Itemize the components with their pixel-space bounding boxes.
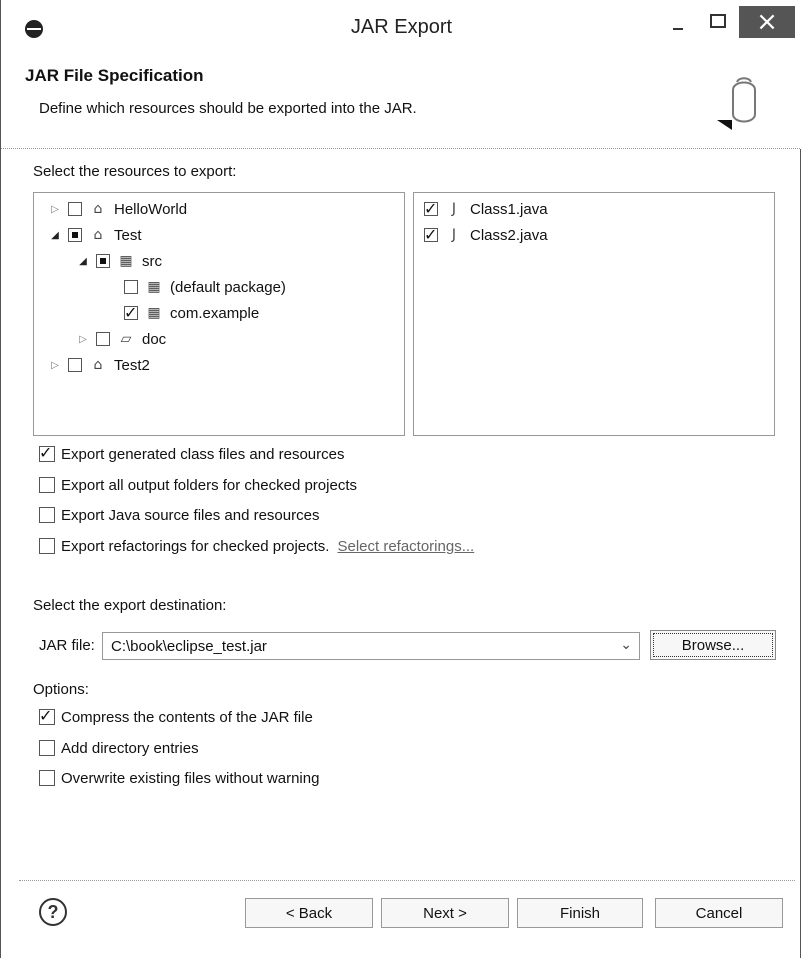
finish-button[interactable]: Finish (517, 898, 643, 928)
destination-label: Select the export destination: (33, 597, 227, 614)
project-icon: ⌂ (93, 227, 103, 243)
file-item-label: Class2.java (470, 226, 548, 244)
jar-file-label: JAR file: (39, 637, 95, 654)
project-icon: ⌂ (93, 357, 103, 373)
export-refactorings-checkbox[interactable] (39, 538, 55, 554)
jar-file-value: C:\book\eclipse_test.jar (111, 637, 267, 655)
directory-entries-checkbox[interactable] (39, 740, 55, 756)
title-bar: JAR Export (1, 0, 801, 56)
next-button[interactable]: Next > (381, 898, 509, 928)
jar-export-window: JAR Export JAR File Specification Define… (0, 0, 801, 958)
tree-checkbox[interactable] (96, 254, 110, 268)
option-label: Export refactorings for checked projects… (61, 537, 330, 555)
maximize-icon[interactable] (703, 6, 731, 38)
folder-icon: ▱ (120, 331, 132, 347)
collapse-arrow-icon[interactable]: ▷ (48, 202, 62, 216)
tree-item-label: (default package) (170, 278, 286, 296)
tree-checkbox[interactable] (96, 332, 110, 346)
file-checkbox[interactable] (424, 225, 438, 244)
export-source-files-option[interactable]: Export Java source files and resources (39, 504, 319, 526)
tree-checkbox[interactable] (124, 280, 138, 294)
tree-item-test[interactable]: ◢ ⌂ Test (48, 223, 142, 247)
tree-item-label: doc (142, 330, 167, 348)
export-class-files-option[interactable]: Export generated class files and resourc… (39, 443, 344, 465)
option-label: Compress the contents of the JAR file (61, 708, 313, 726)
export-refactorings-option[interactable]: Export refactorings for checked projects… (39, 535, 474, 557)
export-output-folders-option[interactable]: Export all output folders for checked pr… (39, 474, 357, 496)
project-icon: ⌂ (93, 201, 103, 217)
page-description: Define which resources should be exporte… (39, 100, 417, 117)
option-label: Overwrite existing files without warning (61, 769, 320, 787)
option-label: Export Java source files and resources (61, 506, 320, 524)
package-icon: ▦ (147, 279, 161, 295)
expand-arrow-icon[interactable]: ◢ (76, 254, 90, 268)
compress-contents-checkbox[interactable] (39, 706, 55, 725)
compress-contents-option[interactable]: Compress the contents of the JAR file (39, 706, 313, 728)
tree-item-label: src (142, 252, 162, 270)
overwrite-files-checkbox[interactable] (39, 770, 55, 786)
help-icon[interactable]: ? (39, 898, 67, 926)
tree-checkbox[interactable] (124, 303, 138, 322)
tree-item-test2[interactable]: ▷ ⌂ Test2 (48, 353, 150, 377)
back-button[interactable]: < Back (245, 898, 373, 928)
browse-button[interactable]: Browse... (650, 630, 776, 660)
jar-file-combo[interactable]: C:\book\eclipse_test.jar ⌄ (102, 632, 640, 660)
tree-item-com-example[interactable]: ▦ com.example (124, 301, 259, 325)
close-icon[interactable] (739, 6, 795, 38)
directory-entries-option[interactable]: Add directory entries (39, 737, 199, 759)
package-icon: ▦ (147, 305, 161, 321)
overwrite-files-option[interactable]: Overwrite existing files without warning (39, 767, 319, 789)
collapse-arrow-icon[interactable]: ▷ (48, 358, 62, 372)
java-file-icon: J (451, 227, 457, 243)
tree-item-label: com.example (170, 304, 260, 322)
tree-item-doc[interactable]: ▷ ▱ doc (76, 327, 166, 351)
tree-item-helloworld[interactable]: ▷ ⌂ HelloWorld (48, 197, 187, 221)
tree-item-label: HelloWorld (114, 200, 188, 218)
cancel-button[interactable]: Cancel (655, 898, 783, 928)
tree-item-src[interactable]: ◢ ▦ src (76, 249, 162, 273)
option-label: Add directory entries (61, 739, 199, 757)
option-label: Export generated class files and resourc… (61, 445, 345, 463)
file-item-label: Class1.java (470, 200, 548, 218)
file-list-panel[interactable]: J Class1.java J Class2.java (413, 192, 775, 436)
tree-checkbox[interactable] (68, 358, 82, 372)
tree-checkbox[interactable] (68, 228, 82, 242)
collapse-arrow-icon[interactable]: ▷ (76, 332, 90, 346)
export-output-folders-checkbox[interactable] (39, 477, 55, 493)
minimize-icon[interactable] (661, 6, 695, 38)
expand-arrow-icon[interactable]: ◢ (48, 228, 62, 242)
resources-label: Select the resources to export: (33, 163, 237, 180)
file-item-class1[interactable]: J Class1.java (424, 197, 548, 221)
tree-item-label: Test (114, 226, 142, 244)
select-refactorings-link[interactable]: Select refactorings... (337, 538, 474, 555)
chevron-down-icon[interactable]: ⌄ (620, 637, 632, 653)
tree-checkbox[interactable] (68, 202, 82, 216)
options-label: Options: (33, 681, 89, 698)
source-folder-icon: ▦ (119, 253, 133, 269)
file-checkbox[interactable] (424, 199, 438, 218)
option-label: Export all output folders for checked pr… (61, 476, 357, 494)
file-item-class2[interactable]: J Class2.java (424, 223, 548, 247)
tree-item-label: Test2 (114, 356, 150, 374)
tree-item-default-package[interactable]: ▦ (default package) (124, 275, 286, 299)
export-class-files-checkbox[interactable] (39, 443, 55, 462)
page-title: JAR File Specification (25, 66, 204, 85)
jar-wizard-icon (717, 77, 756, 130)
project-tree-panel[interactable]: ▷ ⌂ HelloWorld ◢ ⌂ Test ◢ ▦ src ▦ (defau… (33, 192, 405, 436)
export-source-files-checkbox[interactable] (39, 507, 55, 523)
footer-divider (19, 880, 795, 881)
java-file-icon: J (451, 201, 457, 217)
